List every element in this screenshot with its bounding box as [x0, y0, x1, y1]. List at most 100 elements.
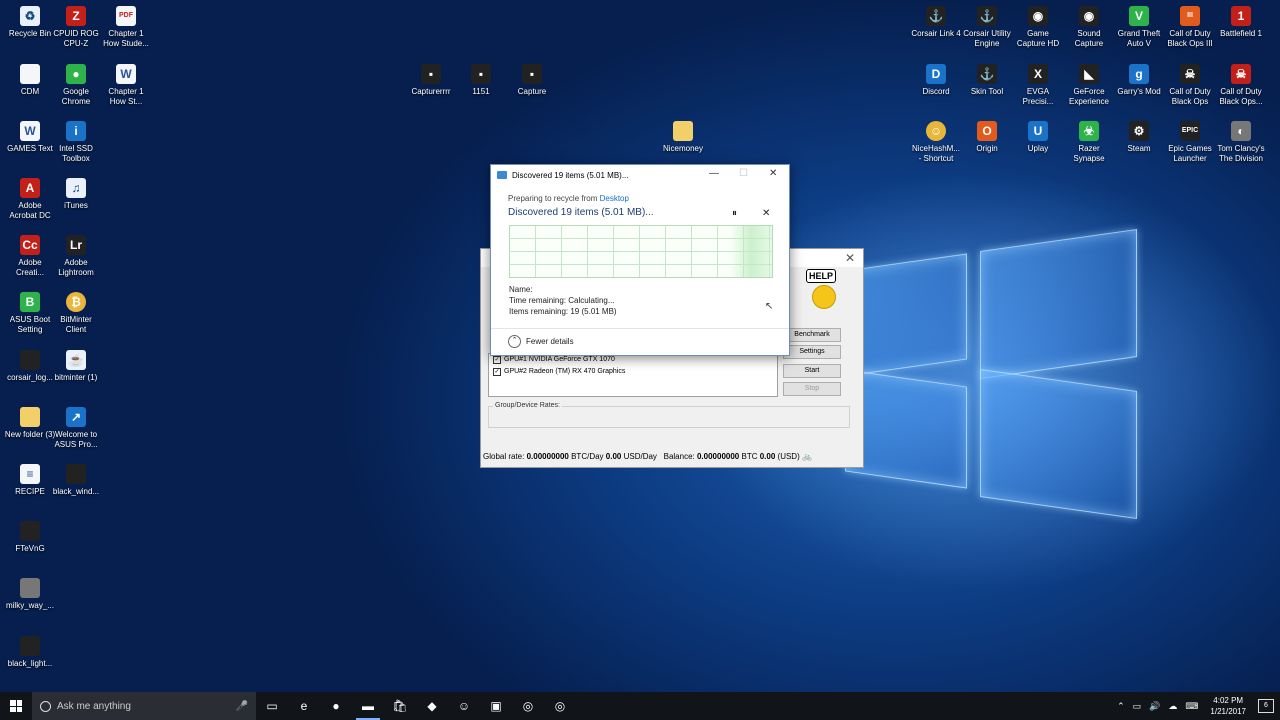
desktop-icon-folder[interactable]: Nicemoney [657, 121, 709, 154]
desktop-icon-gta[interactable]: V Grand Theft Auto V [1113, 6, 1165, 49]
steam-icon: ⚙ [1129, 121, 1149, 141]
notification-icon[interactable]: 6 [1258, 699, 1274, 713]
device-row[interactable]: ✓ GPU#2 Radeon (TM) RX 470 Graphics [489, 366, 777, 378]
help-button[interactable]: HELP [806, 269, 846, 309]
desktop-icon-video-file[interactable]: ▪ Capture [506, 64, 558, 97]
corsair-link-icon: ⚓ [926, 6, 946, 26]
taskbar-edge-button[interactable]: e [288, 692, 320, 720]
edge-icon: e [300, 699, 308, 713]
desktop-icon-razer[interactable]: ☣ Razer Synapse [1063, 121, 1115, 164]
desktop-icon-garrys-mod[interactable]: g Garry's Mod [1113, 64, 1165, 97]
miner-close-icon[interactable]: ✕ [845, 251, 855, 265]
desktop-icon-image[interactable]: milky_way_... [4, 578, 56, 611]
taskbar-task-view-button[interactable]: ▭ [256, 692, 288, 720]
network-icon[interactable]: ▭ [1133, 701, 1142, 712]
desktop-icon-recycle-bin[interactable]: ♻ Recycle Bin [4, 6, 56, 39]
pdf-icon: PDF [116, 6, 136, 26]
intel-ssd-icon: i [66, 121, 86, 141]
desktop-icon-word-doc[interactable]: W GAMES Text [4, 121, 56, 154]
desktop-icon-bitminter[interactable]: ₿ BitMinter Client [50, 292, 102, 335]
clock[interactable]: 4:02 PM 1/21/2017 [1210, 695, 1246, 717]
origin-icon: O [977, 121, 997, 141]
desktop-icon-video-file[interactable]: ▪ Capturerrrr [405, 64, 457, 97]
desktop-icon-steam[interactable]: ⚙ Steam [1113, 121, 1165, 154]
chevron-up-icon[interactable]: ⌃ [1117, 701, 1125, 712]
desktop-icon-geforce[interactable]: ◣ GeForce Experience [1063, 64, 1115, 107]
start-button[interactable]: Start [783, 364, 841, 378]
taskbar-capture-button[interactable]: ◎ [544, 692, 576, 720]
desktop-icon-file[interactable]: CDM [4, 64, 56, 97]
desktop-icon-cod[interactable]: ☠ Call of Duty Black Ops... [1215, 64, 1267, 107]
taskbar-store-button[interactable]: 🛍 [384, 692, 416, 720]
search-box[interactable]: Ask me anything 🎤 [32, 692, 256, 720]
settings-button[interactable]: Settings [783, 345, 841, 359]
desktop-icon-creative-cloud[interactable]: Cc Adobe Creati... [4, 235, 56, 278]
cancel-icon[interactable]: ✕ [762, 208, 770, 219]
desktop-icon-lightroom[interactable]: Lr Adobe Lightroom [50, 235, 102, 278]
stop-button[interactable]: Stop [783, 382, 841, 396]
taskbar-chrome-button[interactable]: ● [320, 692, 352, 720]
microphone-icon[interactable]: 🎤 [236, 701, 248, 712]
start-button[interactable] [0, 692, 32, 720]
checkbox-checked-icon[interactable]: ✓ [493, 356, 501, 364]
taskbar-file-explorer-button[interactable]: ▬ [352, 692, 384, 720]
taskbar-nicehash-button[interactable]: ☺ [448, 692, 480, 720]
pause-icon[interactable]: ⏸ [732, 208, 737, 219]
system-tray: ⌃ ▭ 🔊 ☁ ⌨ 4:02 PM 1/21/2017 6 [1113, 692, 1280, 720]
progress-graph [509, 225, 773, 278]
razer-icon: ☣ [1079, 121, 1099, 141]
desktop-icon-intel-ssd[interactable]: i Intel SSD Toolbox [50, 121, 102, 164]
desktop-icon-image[interactable]: black_light... [4, 636, 56, 669]
close-icon[interactable]: ✕ [769, 168, 777, 179]
minimize-icon[interactable]: — [709, 168, 719, 179]
desktop-icon-origin[interactable]: O Origin [961, 121, 1013, 154]
desktop-icon-cpuz[interactable]: Z CPUID ROG CPU-Z [50, 6, 102, 49]
desktop-icon-image[interactable]: black_wind... [50, 464, 102, 497]
volume-icon[interactable]: 🔊 [1149, 701, 1160, 712]
desktop-icon-video-file[interactable]: ▪ 1151 [455, 64, 507, 97]
bicycle-icon[interactable]: 🚲 [802, 452, 812, 461]
desktop-icon-battlefield[interactable]: 1 Battlefield 1 [1215, 6, 1267, 39]
desktop-icon-epic[interactable]: EPIC Epic Games Launcher [1164, 121, 1216, 164]
taskbar-game-button[interactable]: ◆ [416, 692, 448, 720]
desktop-icon-division[interactable]: ◐ Tom Clancy's The Division [1215, 121, 1267, 164]
dialog-titlebar[interactable]: Discovered 19 items (5.01 MB)... — ☐ ✕ [491, 165, 789, 185]
location-link[interactable]: Desktop [600, 194, 629, 203]
desktop-icon-uplay[interactable]: U Uplay [1012, 121, 1064, 154]
desktop-icon-game-capture[interactable]: ◉ Game Capture HD [1012, 6, 1064, 49]
desktop-icon-image[interactable]: FTeVnG [4, 521, 56, 554]
desktop-icon-document[interactable]: ≡ RECIPE [4, 464, 56, 497]
desktop-icon-asus-welcome[interactable]: ↗ Welcome to ASUS Pro... [50, 407, 102, 450]
benchmark-button[interactable]: Benchmark [783, 328, 841, 342]
desktop-icon-java[interactable]: ☕ bitminter (1) [50, 350, 102, 383]
desktop-icon-word-doc[interactable]: W Chapter 1 How St... [100, 64, 152, 107]
desktop-icon-itunes[interactable]: ♫ iTunes [50, 178, 102, 211]
desktop-icon-skin-tool[interactable]: ⚓ Skin Tool [961, 64, 1013, 97]
desktop-icon-cod[interactable]: III Call of Duty Black Ops III [1164, 6, 1216, 49]
video-file-icon: ▪ [522, 64, 542, 84]
desktop-icon-sound-capture[interactable]: ◉ Sound Capture [1063, 6, 1115, 49]
onedrive-icon[interactable]: ☁ [1168, 701, 1177, 712]
desktop-icon-corsair-log[interactable]: corsair_log... [4, 350, 56, 383]
checkbox-checked-icon[interactable]: ✓ [493, 368, 501, 376]
desktop-icon-corsair-link[interactable]: ⚓ Corsair Link 4 [910, 6, 962, 39]
desktop-icon-evga[interactable]: X EVGA Precisi... [1012, 64, 1064, 107]
desktop-icon-asus-boot[interactable]: B ASUS Boot Setting [4, 292, 56, 335]
balance-usd-unit: (USD) [777, 452, 800, 461]
fewer-details-button[interactable]: ⌃ Fewer details [508, 335, 574, 348]
desktop-icon-corsair-utility[interactable]: ⚓ Corsair Utility Engine [961, 6, 1013, 49]
desktop-icon-nicehash[interactable]: ☺ NiceHashM... - Shortcut [910, 121, 962, 164]
desktop-icon-chrome[interactable]: ● Google Chrome [50, 64, 102, 107]
desktop-icon-pdf[interactable]: PDF Chapter 1 How Stude... [100, 6, 152, 49]
desktop-icon-discord[interactable]: D Discord [910, 64, 962, 97]
desktop-icon-label: corsair_log... [7, 373, 53, 382]
desktop-icon-label: Steam [1127, 144, 1151, 153]
taskbar-photos-button[interactable]: ▣ [480, 692, 512, 720]
desktop-icon-folder[interactable]: New folder (3) [4, 407, 56, 440]
language-icon[interactable]: ⌨ [1185, 701, 1198, 712]
maximize-icon[interactable]: ☐ [739, 168, 748, 179]
clock-date: 1/21/2017 [1210, 707, 1246, 716]
taskbar-capture-button[interactable]: ◎ [512, 692, 544, 720]
desktop-icon-cod[interactable]: ☠ Call of Duty Black Ops [1164, 64, 1216, 107]
desktop-icon-acrobat[interactable]: A Adobe Acrobat DC [4, 178, 56, 221]
